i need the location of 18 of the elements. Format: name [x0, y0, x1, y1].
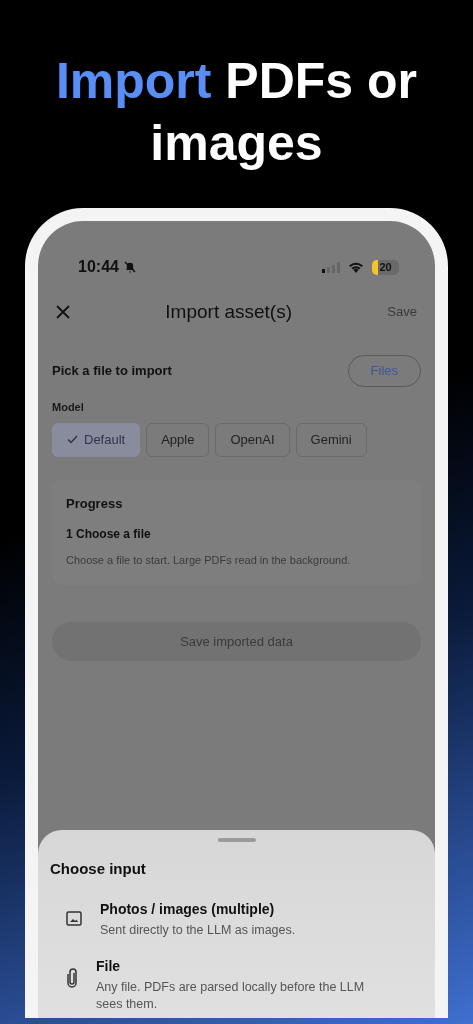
model-chip[interactable]: Apple: [146, 423, 210, 457]
battery-indicator: 20: [372, 259, 399, 275]
option-description: Any file. PDFs are parsed locally before the LLM sees them.: [96, 979, 366, 1014]
option-title[interactable]: Photos / images (multiple): [100, 898, 296, 920]
step-description: Choose a file to start. Large PDFs read in the background.: [66, 553, 352, 568]
option-description: Sent directly to the LLM as images.: [100, 921, 296, 939]
option-title[interactable]: File: [96, 956, 386, 978]
sheet-title: Choose input: [50, 859, 147, 879]
screen-title: Import asset(s): [165, 299, 293, 324]
model-chip[interactable]: Default: [52, 423, 141, 457]
model-chip[interactable]: Gemini: [295, 423, 367, 457]
model-chip[interactable]: OpenAI: [215, 423, 290, 457]
status-time: 10:44: [78, 257, 119, 277]
headline: Import PDFs or images: [54, 52, 419, 173]
step-title: 1 Choose a file: [66, 526, 152, 543]
progress-title: Progress: [66, 494, 124, 513]
section-label: Pick a file to import: [52, 362, 172, 380]
model-label: Model: [52, 399, 85, 415]
